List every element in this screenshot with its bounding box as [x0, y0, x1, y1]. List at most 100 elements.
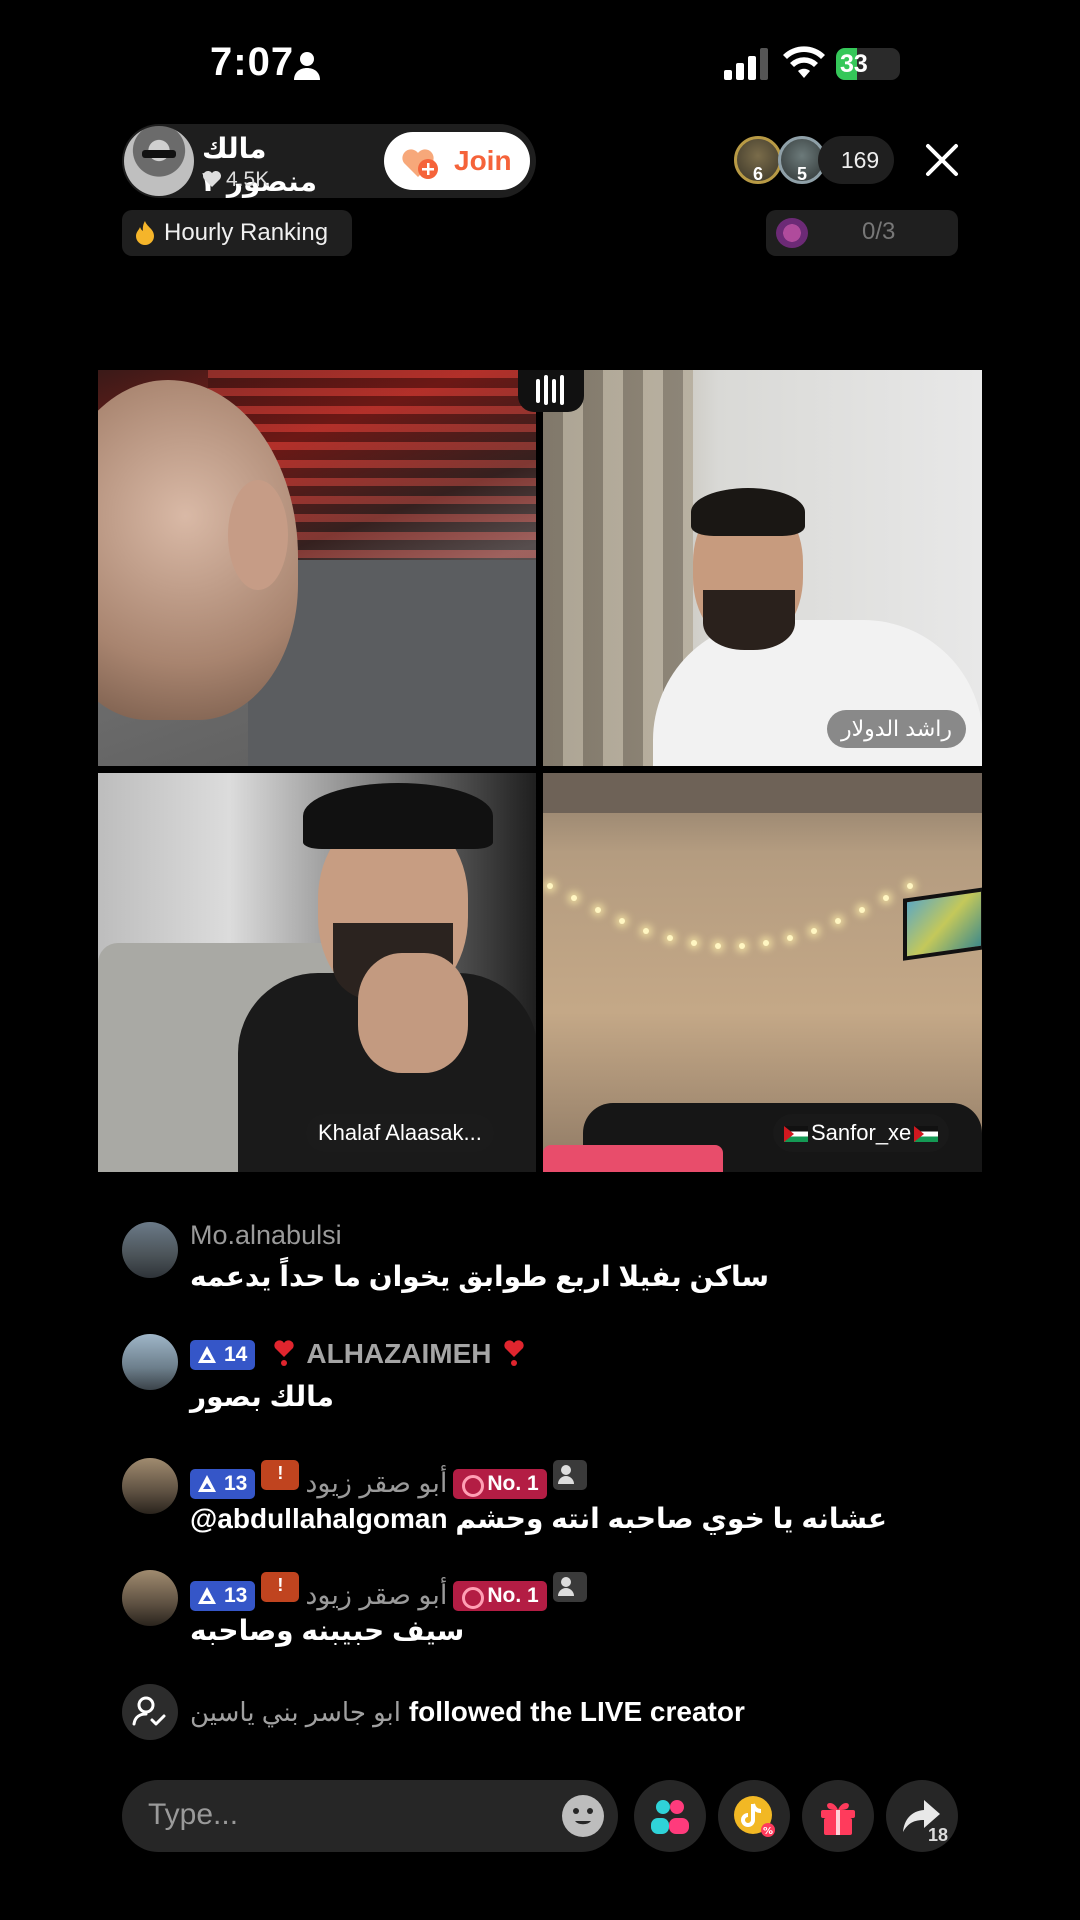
guest-name-text: Sanfor_xe — [811, 1120, 912, 1145]
light-bulb — [595, 907, 601, 914]
battery-percent: 33 — [840, 50, 868, 78]
comment-username[interactable]: ALHAZAIMEH — [306, 1338, 491, 1369]
comment-input[interactable]: Type... — [122, 1780, 618, 1852]
emoji-icon[interactable] — [560, 1793, 606, 1839]
fan-club-heart-icon — [261, 1460, 300, 1490]
join-label: Join — [454, 145, 512, 176]
comment-header: 14 ALHAZAIMEH — [190, 1338, 529, 1370]
promote-button[interactable]: % — [718, 1780, 790, 1852]
guest-hand — [358, 953, 468, 1073]
hourly-ranking-button[interactable]: Hourly Ranking — [122, 210, 352, 256]
light-bulb — [667, 934, 673, 941]
team-member-icon — [552, 1460, 587, 1490]
comment-username[interactable]: Mo.alnabulsi — [190, 1220, 342, 1251]
comment-message: سيف حبيبنه وصاحبه — [190, 1615, 465, 1646]
heart-plus-icon — [402, 149, 438, 179]
guest-beard — [703, 590, 795, 650]
viewer-rank: 5 — [796, 164, 807, 184]
share-button[interactable]: 18 — [886, 1780, 958, 1852]
guest-video-3[interactable]: Khalaf Alaasak... — [98, 773, 536, 1172]
top-viewer-avatar[interactable]: 6 — [734, 136, 782, 184]
tiktok-coin-icon: % — [734, 1796, 775, 1837]
red-exclamation-heart-icon — [504, 1340, 524, 1366]
light-bulb — [763, 940, 769, 947]
palestine-flag-icon — [784, 1126, 808, 1142]
follow-text: ابو جاسر بني ياسين followed the LIVE cre… — [190, 1696, 745, 1728]
light-bulb — [811, 927, 817, 934]
gift-goal[interactable]: 0/3 — [766, 210, 958, 256]
close-icon[interactable] — [922, 140, 962, 180]
comment-input-placeholder: Type... — [148, 1798, 239, 1831]
share-count: 18 — [927, 1825, 948, 1845]
commenter-avatar[interactable] — [122, 1458, 178, 1514]
room-ceiling — [543, 773, 982, 813]
guest-cap — [303, 783, 493, 849]
viewer-count[interactable]: 169 — [818, 136, 894, 184]
battery-indicator: 33 — [836, 48, 900, 80]
status-time: 7:07 — [210, 40, 295, 84]
follow-username[interactable]: ابو جاسر بني ياسين — [190, 1697, 401, 1727]
guests-icon — [651, 1800, 689, 1834]
guest-video-4[interactable]: Sanfor_xe — [543, 773, 982, 1172]
guest-video-2[interactable]: راشد الدولار — [543, 370, 982, 766]
guest-name-label: Sanfor_xe — [773, 1114, 950, 1152]
audio-level-icon[interactable] — [518, 370, 584, 412]
person-icon — [294, 52, 320, 80]
multi-guest-button[interactable] — [634, 1780, 706, 1852]
guest-hair — [691, 488, 805, 536]
guest-name-label: Khalaf Alaasak... — [306, 1114, 494, 1152]
comment-item: 14 ALHAZAIMEH مالك بصور — [122, 1334, 1022, 1424]
light-bulb — [883, 895, 889, 902]
comment-header: 13 أبو صقر زيودNo. 1 — [190, 1460, 587, 1499]
level-badge: 13 — [190, 1581, 256, 1611]
status-bar: 7:07 33 — [0, 0, 1080, 130]
hourly-ranking-label: Hourly Ranking — [164, 219, 329, 246]
light-bulb — [619, 918, 625, 925]
rank-badge: No. 1 — [453, 1469, 547, 1499]
cellular-signal-icon — [724, 48, 768, 80]
follow-message: followed the LIVE creator — [408, 1696, 745, 1727]
light-bulb — [715, 942, 721, 949]
level-badge: 13 — [190, 1469, 256, 1499]
gift-button[interactable] — [802, 1780, 874, 1852]
host-avatar[interactable] — [124, 126, 194, 196]
top-viewers[interactable]: 6 5 169 — [734, 136, 894, 186]
comment-item: 13 أبو صقر زيودNo. 1 سيف حبيبنه وصاحبه — [122, 1570, 1022, 1660]
light-bulb — [907, 883, 913, 889]
gift-goal-icon — [776, 218, 808, 248]
red-exclamation-heart-icon — [274, 1340, 294, 1366]
comment-message: ساكن بفيلا اربع طوابق يخوان ما حداً يدعم… — [190, 1261, 770, 1292]
host-info[interactable]: مالك منصور ٢ 4.5K Join — [122, 124, 536, 198]
follow-user-icon — [122, 1684, 178, 1740]
light-bulb — [643, 927, 649, 934]
avatar-glasses — [142, 150, 176, 158]
wall-tv — [903, 887, 982, 961]
multi-guest-grid: راشد الدولار Khalaf Alaasak... Sanfor_xe — [98, 370, 982, 1172]
commenter-avatar[interactable] — [122, 1222, 178, 1278]
svg-text:%: % — [763, 1826, 773, 1837]
commenter-avatar[interactable] — [122, 1570, 178, 1626]
light-bulb — [571, 895, 577, 902]
host-likes-count: 4.5K — [226, 168, 270, 191]
guest-video-1[interactable] — [98, 370, 536, 766]
host-likes: 4.5K — [202, 168, 269, 192]
comment-item: 13 أبو صقر زيودNo. 1 @abdullahalgoman عشا… — [122, 1458, 1022, 1548]
join-button[interactable]: Join — [384, 132, 530, 190]
light-bulb — [739, 942, 745, 949]
light-bulb — [691, 940, 697, 947]
palestine-flag-icon — [914, 1126, 939, 1142]
comment-item: Mo.alnabulsi ساكن بفيلا اربع طوابق يخوان… — [122, 1220, 1022, 1302]
follow-event: ابو جاسر بني ياسين followed the LIVE cre… — [122, 1684, 1022, 1740]
light-bulb — [547, 883, 553, 889]
rank-badge: No. 1 — [453, 1581, 547, 1611]
comment-message: @abdullahalgoman عشانه يا خوي صاحبه انته… — [190, 1503, 888, 1534]
wifi-icon — [783, 46, 825, 78]
light-bulb — [835, 918, 841, 925]
commenter-avatar[interactable] — [122, 1334, 178, 1390]
heart-icon — [203, 171, 221, 187]
guest-ear — [228, 480, 288, 590]
comment-username[interactable]: أبو صقر زيود — [305, 1580, 447, 1610]
viewer-rank: 6 — [752, 164, 763, 184]
light-bulb — [787, 934, 793, 941]
comment-username[interactable]: أبو صقر زيود — [305, 1468, 447, 1498]
